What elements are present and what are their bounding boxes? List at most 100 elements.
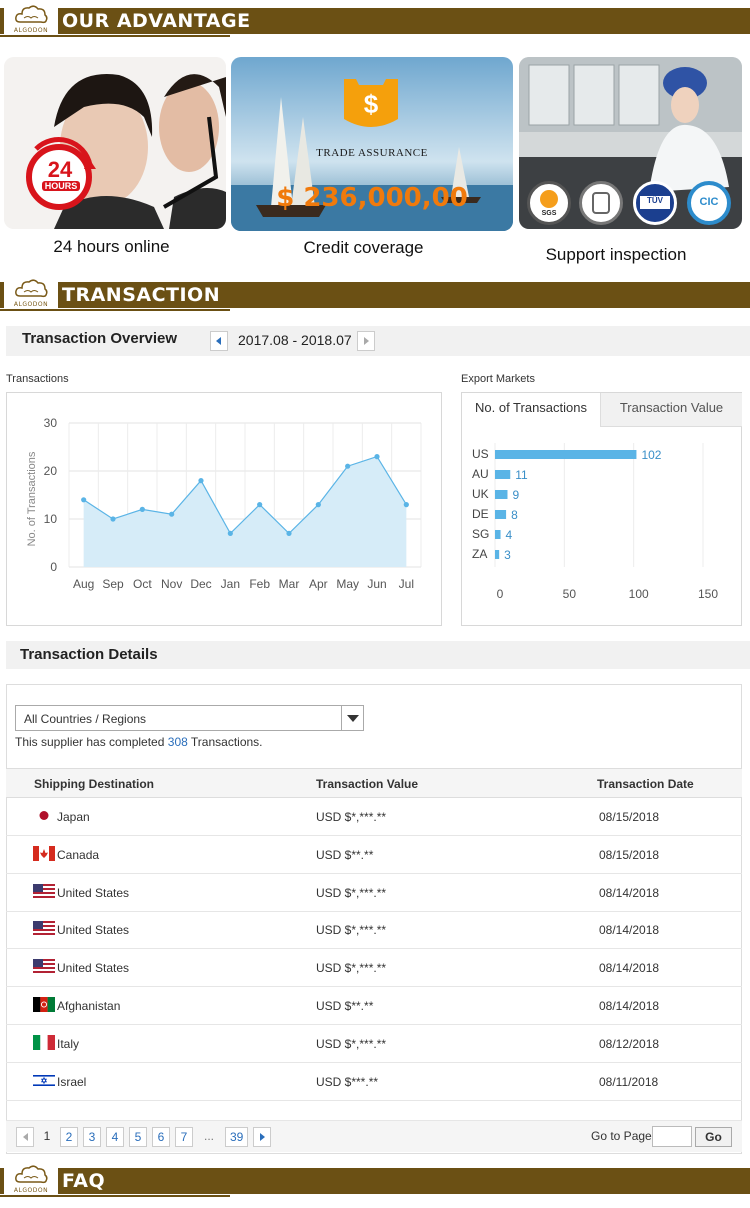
transactions-area-chart: 0 10 20 30 Aug Sep Oct Nov Dec Jan Feb Mar Apr May Jun… [26, 416, 422, 591]
cell-date: 08/14/2018 [599, 885, 660, 900]
export-markets-panel: No. of Transactions Transaction Value 0 5… [461, 392, 742, 626]
bar [495, 550, 500, 559]
col-shipping-destination: Shipping Destination [34, 777, 154, 791]
page-link[interactable]: 5 [129, 1127, 147, 1147]
advantage-caption-credit: Credit coverage [303, 238, 424, 257]
data-point [169, 511, 175, 517]
x-tick-label: Dec [190, 577, 211, 591]
cell-date: 08/14/2018 [599, 961, 660, 976]
cloud-logo-icon [15, 1165, 48, 1184]
dollar-icon: $ [363, 89, 379, 119]
lab-inspection-image: SGS TÜV CIC [519, 57, 742, 229]
flag-it-icon [33, 1034, 55, 1050]
y-tick-label: 30 [44, 416, 58, 430]
dropdown-toggle[interactable] [341, 706, 363, 730]
x-tick-label: Mar [279, 577, 300, 591]
chevron-down-icon [347, 715, 359, 722]
cloud-logo-icon [15, 279, 48, 298]
country-region-select[interactable]: All Countries / Regions [15, 705, 364, 731]
transactions-chart-panel: 0 10 20 30 Aug Sep Oct Nov Dec Jan Feb Mar Apr May Jun… [6, 392, 442, 626]
category-label: SG [472, 527, 489, 541]
data-point [315, 502, 321, 508]
page-link[interactable]: 6 [152, 1127, 170, 1147]
cell-destination: Japan [57, 810, 90, 824]
advantage-caption-inspection: Support inspection [545, 245, 687, 264]
trade-assurance-image: $ TRADE ASSURANCE $ 236,000,00 [231, 57, 513, 231]
banner-bar [0, 1168, 750, 1194]
y-tick-label: 0 [50, 560, 57, 574]
data-point [81, 497, 87, 503]
section-banner-advantage: ALGODON OUR ADVANTAGE [0, 2, 750, 42]
go-button[interactable]: Go [695, 1127, 732, 1147]
table-row: United States USD $*,***.** 08/14/2018 [6, 874, 742, 912]
cell-value: USD $*,***.** [316, 810, 387, 824]
page-link[interactable]: 3 [83, 1127, 101, 1147]
coverage-amount: $ 236,000,00 [276, 183, 468, 213]
bar [495, 470, 511, 479]
cell-destination: Canada [57, 847, 100, 862]
completed-count-link[interactable]: 308 [168, 735, 188, 749]
table-row: Canada USD $**.** 08/15/2018 [6, 836, 742, 874]
x-tick-label: Jul [399, 577, 414, 591]
table-row: United States USD $*,***.** 08/14/2018 [6, 911, 742, 950]
completed-prefix: This supplier has completed [15, 735, 165, 749]
cell-value: USD $***.** [316, 1074, 379, 1089]
cell-value: USD $*,***.** [316, 923, 387, 938]
flag-ca-icon [33, 845, 55, 861]
cell-date: 08/15/2018 [599, 847, 660, 862]
page-link[interactable]: 7 [175, 1127, 193, 1147]
cell-value: USD $**.** [316, 847, 374, 862]
cell-value: USD $*,***.** [316, 885, 387, 900]
flag-af-icon [33, 997, 55, 1012]
badge-hours: HOURS [42, 181, 80, 191]
flag-us-icon [33, 883, 55, 899]
col-transaction-date: Transaction Date [597, 777, 694, 791]
x-tick-label: 100 [629, 587, 649, 601]
table-row: Italy USD $*,***.** 08/12/2018 [6, 1025, 742, 1063]
page-link-last[interactable]: 39 [225, 1127, 249, 1147]
data-point [286, 530, 292, 536]
next-page-button[interactable] [253, 1127, 271, 1147]
brand-logo: ALGODON [4, 276, 58, 312]
data-point [403, 502, 409, 508]
flag-us-icon [33, 921, 55, 937]
chevron-left-icon [216, 337, 221, 345]
page-link[interactable]: 4 [106, 1127, 124, 1147]
export-markets-bar-chart: 0 50 100 150 US 102 AU 11 UK 9 DE 8 SG 4 ZA 3 [472, 443, 718, 601]
tab-transaction-value[interactable]: Transaction Value [601, 393, 742, 427]
x-tick-label: May [336, 577, 359, 591]
bar [495, 450, 637, 459]
cell-date: 08/14/2018 [599, 999, 660, 1013]
bar [495, 530, 501, 539]
next-period-button[interactable] [357, 331, 375, 351]
cell-value: USD $*,***.** [316, 961, 387, 976]
page-link[interactable]: 2 [60, 1127, 78, 1147]
section-banner-transaction: ALGODON TRANSACTION [0, 276, 750, 316]
prev-page-button[interactable] [16, 1127, 34, 1147]
completed-transactions-text: This supplier has completed 308 Transact… [15, 735, 263, 749]
brand-name: ALGODON [13, 301, 49, 308]
cell-date: 08/11/2018 [599, 1074, 659, 1089]
prev-period-button[interactable] [210, 331, 228, 351]
data-point [139, 506, 145, 512]
section-title: OUR ADVANTAGE [62, 10, 251, 32]
goto-page-input[interactable] [652, 1126, 692, 1147]
support-illustration [4, 57, 226, 229]
transaction-overview-header: Transaction Overview 2017.08 - 2018.07 [6, 326, 750, 356]
tab-number-of-transactions[interactable]: No. of Transactions [462, 393, 601, 427]
section-title: TRANSACTION [62, 284, 221, 306]
banner-underline [0, 35, 230, 37]
chevron-right-icon [259, 1133, 265, 1141]
table-row: United States USD $*,***.** 08/14/2018 [6, 949, 742, 988]
seal-cic-icon: CIC [687, 181, 731, 225]
cell-destination: United States [57, 885, 130, 900]
x-tick-label: Nov [161, 577, 182, 591]
brand-logo: ALGODON [4, 1162, 58, 1198]
section-banner-faq: ALGODON FAQ [0, 1162, 750, 1202]
banner-underline [0, 1195, 230, 1197]
x-tick-label: Apr [309, 577, 328, 591]
cell-destination: Italy [57, 1036, 80, 1051]
data-point [227, 530, 233, 536]
seal-tuv-icon: TÜV [633, 181, 677, 225]
x-tick-label: Sep [102, 577, 124, 591]
